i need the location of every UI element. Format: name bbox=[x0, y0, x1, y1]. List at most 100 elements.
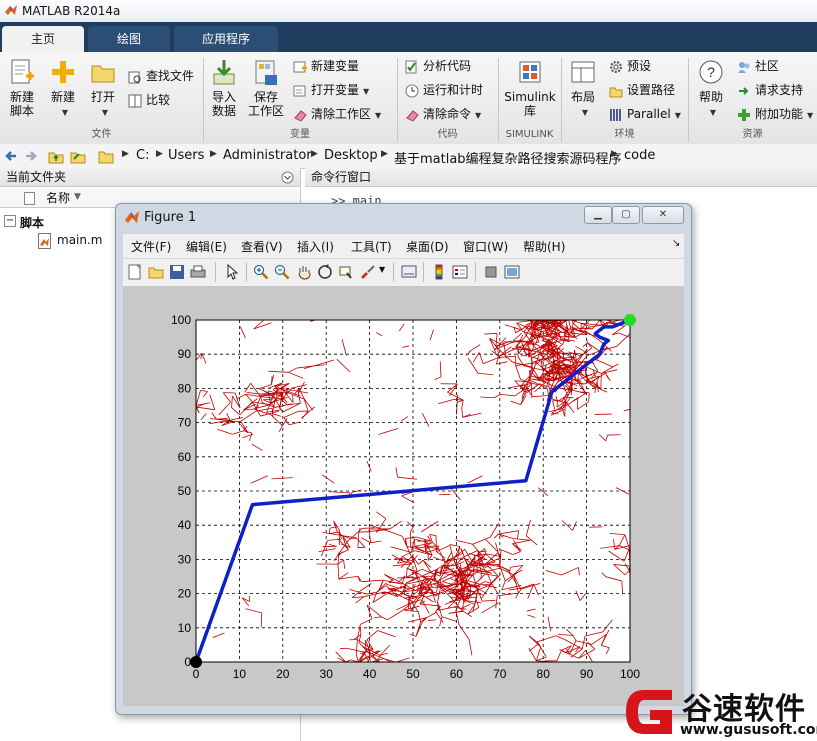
layout-button[interactable]: 布局 ▼ bbox=[566, 58, 600, 120]
rotate-3d-icon[interactable] bbox=[317, 264, 333, 280]
path-crumb-code[interactable]: code bbox=[624, 148, 655, 163]
menu-dock-icon[interactable]: ↘ bbox=[672, 238, 680, 249]
open-variable-button[interactable]: 打开变量 ▼ bbox=[293, 80, 369, 100]
run-and-time-button[interactable]: 运行和计时 bbox=[405, 80, 483, 100]
folder-icon bbox=[98, 151, 114, 164]
menu-desktop[interactable]: 桌面(D) bbox=[406, 238, 449, 255]
path-crumb-users[interactable]: Users bbox=[168, 148, 204, 163]
show-plot-tools-icon[interactable] bbox=[504, 264, 520, 280]
tab-apps[interactable]: 应用程序 bbox=[174, 26, 278, 52]
menu-tools[interactable]: 工具(T) bbox=[351, 238, 392, 255]
print-icon[interactable] bbox=[190, 264, 206, 280]
hide-plot-tools-icon[interactable] bbox=[483, 264, 499, 280]
request-support-button[interactable]: 请求支持 bbox=[737, 80, 803, 100]
community-icon bbox=[738, 61, 750, 73]
zoom-in-icon[interactable] bbox=[253, 264, 269, 280]
save-icon[interactable] bbox=[169, 264, 185, 280]
new-script-button[interactable]: 新建 脚本 bbox=[4, 58, 40, 118]
parallel-button[interactable]: Parallel ▼ bbox=[609, 104, 681, 124]
tree-edge bbox=[428, 619, 437, 621]
goal-point-marker bbox=[624, 314, 636, 326]
group-label-code: 代码 bbox=[437, 129, 458, 140]
panel-menu-icon[interactable] bbox=[281, 171, 294, 184]
preferences-button[interactable]: 预设 bbox=[609, 56, 651, 76]
menu-view[interactable]: 查看(V) bbox=[241, 238, 283, 255]
maximize-button[interactable]: ▢ bbox=[612, 206, 640, 224]
new-figure-icon[interactable] bbox=[127, 264, 143, 280]
simulink-icon bbox=[519, 61, 541, 83]
import-data-button[interactable]: 导入 数据 bbox=[208, 58, 240, 118]
menu-file[interactable]: 文件(F) bbox=[131, 238, 171, 255]
chevron-down-icon[interactable]: ▼ bbox=[379, 265, 385, 274]
column-header-name[interactable]: 名称 bbox=[46, 189, 70, 208]
collapse-toggle-icon[interactable]: − bbox=[4, 215, 16, 227]
tab-plots[interactable]: 绘图 bbox=[88, 26, 170, 52]
figure-menu-bar: 文件(F) 编辑(E) 查看(V) 插入(I) 工具(T) 桌面(D) 窗口(W… bbox=[123, 234, 684, 259]
y-tick-label: 50 bbox=[178, 484, 192, 498]
clear-commands-button[interactable]: 清除命令 ▼ bbox=[405, 104, 481, 124]
open-file-icon[interactable] bbox=[148, 264, 164, 280]
tree-edge bbox=[292, 395, 294, 403]
command-window-title: 命令行窗口 bbox=[311, 170, 372, 184]
path-crumb-project[interactable]: 基于matlab编程复杂路径搜索源码程序 bbox=[394, 148, 622, 167]
menu-edit[interactable]: 编辑(E) bbox=[186, 238, 227, 255]
new-variable-button[interactable]: 新建变量 bbox=[293, 56, 359, 76]
figure-window[interactable]: Figure 1 ▁ ▢ ✕ 文件(F) 编辑(E) 查看(V) 插入(I) 工… bbox=[115, 203, 692, 715]
new-label: 新建 bbox=[50, 90, 75, 104]
brush-icon[interactable] bbox=[360, 264, 376, 280]
legend-icon[interactable] bbox=[452, 264, 468, 280]
watermark: 谷速软件 www.gususoft.com bbox=[620, 682, 817, 741]
find-files-button[interactable]: 查找文件 bbox=[128, 66, 194, 86]
divider bbox=[475, 262, 476, 282]
link-plot-icon[interactable] bbox=[401, 264, 417, 280]
chevron-down-icon: ▼ bbox=[375, 111, 382, 120]
up-folder-icon[interactable] bbox=[48, 148, 64, 164]
path-crumb-user[interactable]: Administrator bbox=[223, 148, 312, 163]
tab-home[interactable]: 主页 bbox=[2, 26, 84, 52]
pointer-icon[interactable] bbox=[224, 264, 240, 280]
request-support-icon bbox=[739, 86, 749, 95]
browse-folder-icon[interactable] bbox=[70, 148, 86, 164]
back-arrow-icon[interactable] bbox=[4, 149, 18, 163]
addons-button[interactable]: 附加功能 ▼ bbox=[737, 104, 813, 124]
analyze-code-label: 分析代码 bbox=[423, 59, 472, 73]
x-tick-label: 70 bbox=[493, 667, 507, 681]
save-workspace-button[interactable]: 保存 工作区 bbox=[246, 58, 286, 118]
zoom-out-icon[interactable] bbox=[274, 264, 290, 280]
new-button[interactable]: 新建 ▼ bbox=[46, 58, 80, 120]
close-button[interactable]: ✕ bbox=[642, 206, 684, 224]
group-label-variable: 变量 bbox=[290, 129, 310, 140]
menu-window[interactable]: 窗口(W) bbox=[463, 238, 508, 255]
compare-button[interactable]: 比较 bbox=[128, 90, 170, 110]
plus-icon bbox=[738, 108, 750, 121]
colorbar-icon[interactable] bbox=[431, 264, 447, 280]
save-workspace-icon bbox=[255, 60, 277, 85]
run-and-time-icon bbox=[405, 84, 419, 97]
forward-arrow-icon[interactable] bbox=[24, 149, 38, 163]
x-tick-label: 80 bbox=[537, 667, 551, 681]
menu-insert[interactable]: 插入(I) bbox=[297, 238, 334, 255]
analyze-code-button[interactable]: 分析代码 bbox=[405, 56, 471, 76]
set-path-button[interactable]: 设置路径 bbox=[609, 80, 675, 100]
simulink-library-button[interactable]: Simulink 库 bbox=[504, 58, 556, 118]
request-support-label: 请求支持 bbox=[755, 83, 804, 97]
rrt-path-plot[interactable]: 0 10 20 30 40 50 60 70 80 90 100 0 10 20 30 40 50 60 70 80 9… bbox=[123, 286, 684, 706]
menu-help[interactable]: 帮助(H) bbox=[523, 238, 565, 255]
figure-canvas[interactable]: 0 10 20 30 40 50 60 70 80 90 100 0 10 20 30 40 50 60 70 80 9… bbox=[123, 286, 684, 706]
y-tick-label: 0 bbox=[184, 655, 191, 669]
divider bbox=[215, 262, 216, 282]
community-button[interactable]: 社区 bbox=[737, 56, 779, 76]
path-crumb-desktop[interactable]: Desktop bbox=[324, 148, 378, 163]
help-button[interactable]: ? 帮助 ▼ bbox=[694, 58, 728, 120]
y-tick-label: 10 bbox=[178, 621, 192, 635]
path-crumb-drive[interactable]: C: bbox=[136, 148, 149, 163]
open-button[interactable]: 打开 ▼ bbox=[86, 58, 120, 120]
clear-workspace-button[interactable]: 清除工作区 ▼ bbox=[293, 104, 381, 124]
data-cursor-icon[interactable] bbox=[338, 264, 354, 280]
eraser-icon bbox=[406, 109, 419, 122]
preferences-label: 预设 bbox=[627, 59, 652, 73]
pan-hand-icon[interactable] bbox=[296, 264, 312, 280]
minimize-button[interactable]: ▁ bbox=[584, 206, 612, 224]
chevron-down-icon: ▼ bbox=[581, 108, 589, 117]
x-tick-label: 20 bbox=[276, 667, 290, 681]
